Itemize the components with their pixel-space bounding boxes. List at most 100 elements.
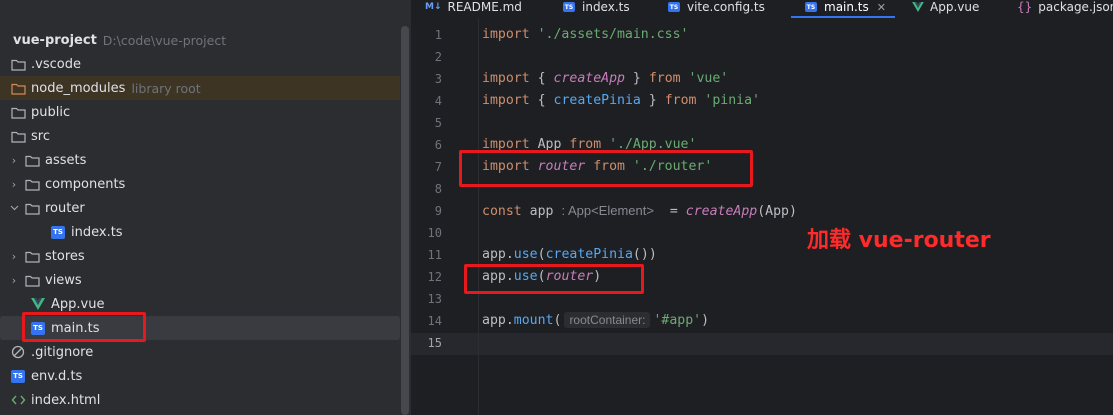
line-number: 2	[434, 50, 442, 64]
line-number: 13	[427, 292, 442, 306]
folder-icon	[24, 249, 40, 263]
close-icon[interactable]: ✕	[877, 1, 886, 14]
tree-root-path: D:\code\vue-project	[102, 32, 227, 48]
tab-app-vue[interactable]: App.vue	[912, 0, 979, 18]
tree-item-label: public	[31, 104, 71, 120]
chevron-down-icon[interactable]	[8, 205, 20, 211]
code-line-1[interactable]: import './assets/main.css'	[482, 24, 688, 46]
html-file-icon	[10, 393, 26, 407]
tree-item-label: node_modules	[31, 80, 126, 96]
line-number: 12	[427, 270, 442, 284]
typescript-file-icon: TS	[10, 369, 26, 383]
tab-label: App.vue	[930, 0, 980, 14]
tree-item-components[interactable]: › components	[0, 172, 400, 196]
typescript-icon: TS	[563, 2, 575, 12]
tree-item-label: index.ts	[71, 224, 123, 240]
tree-item-label: assets	[45, 152, 87, 168]
line-number-gutter: 1 2 3 4 5 6 7 8 9 10 11 12 13 14 15	[411, 18, 479, 415]
tree-item-label: stores	[45, 248, 85, 264]
folder-icon	[24, 177, 40, 191]
code-editor: M↓ README.md TS index.ts TS vite.config.…	[411, 0, 1113, 415]
line-number: 15	[427, 336, 442, 350]
tree-item-label: .vscode	[31, 56, 81, 72]
parameter-hint: rootContainer:	[564, 312, 651, 328]
markdown-icon: M↓	[425, 2, 442, 12]
import-router-highlight-box	[459, 150, 753, 187]
tab-readme-md[interactable]: M↓ README.md	[425, 0, 522, 18]
code-line-9[interactable]: const app : App<Element> = createApp(App…	[482, 200, 797, 222]
folder-icon	[10, 129, 26, 143]
folder-icon	[10, 81, 26, 95]
line-number: 7	[434, 160, 442, 174]
line-number: 3	[434, 72, 442, 86]
tab-label: README.md	[447, 0, 522, 14]
tab-package-json[interactable]: {} package.json	[1017, 0, 1113, 18]
tree-item-vscode[interactable]: .vscode	[0, 52, 400, 76]
tab-vite-config-ts[interactable]: TS vite.config.ts	[668, 0, 765, 18]
line-number: 1	[434, 28, 442, 42]
ignore-file-icon	[10, 345, 26, 359]
tab-label: index.ts	[582, 0, 630, 14]
folder-icon	[10, 105, 26, 119]
chevron-right-icon[interactable]: ›	[8, 250, 20, 263]
folder-icon	[24, 273, 40, 287]
code-line-11[interactable]: app.use(createPinia())	[482, 244, 657, 266]
type-hint: : App<Element>	[561, 203, 654, 218]
tree-scrollbar[interactable]	[401, 26, 409, 415]
tree-item-label: App.vue	[51, 296, 105, 312]
tree-item-label: .gitignore	[31, 344, 94, 360]
line-number: 6	[434, 138, 442, 152]
line-number: 11	[427, 248, 442, 262]
project-tree-panel: vue-project D:\code\vue-project .vscode …	[0, 0, 411, 415]
tree-item-label: env.d.ts	[31, 368, 83, 384]
tree-item-node-modules[interactable]: node_modules library root	[0, 76, 400, 100]
folder-icon	[10, 57, 26, 71]
tree-item-assets[interactable]: › assets	[0, 148, 400, 172]
chevron-right-icon[interactable]: ›	[8, 154, 20, 167]
tree-item-label: components	[45, 176, 126, 192]
tree-item-router[interactable]: router	[0, 196, 400, 220]
folder-icon	[24, 153, 40, 167]
tab-label: vite.config.ts	[687, 0, 765, 14]
tree-item-env-d-ts[interactable]: TS env.d.ts	[0, 364, 400, 388]
active-tab-indicator	[791, 16, 895, 18]
code-line-4[interactable]: import { createPinia } from 'pinia'	[482, 90, 760, 112]
line-number: 9	[434, 204, 442, 218]
annotation-label: 加载 vue-router	[807, 228, 991, 253]
tab-label: package.json	[1038, 0, 1113, 14]
tab-label: main.ts	[824, 0, 869, 14]
tree-item-src[interactable]: src	[0, 124, 400, 148]
line-number: 14	[427, 314, 442, 328]
line-number: 10	[427, 226, 442, 240]
line-number: 4	[434, 94, 442, 108]
code-line-14[interactable]: app.mount(rootContainer: '#app')	[482, 310, 709, 332]
tree-item-stores[interactable]: › stores	[0, 244, 400, 268]
current-line-highlight	[411, 333, 1113, 355]
tree-root-label: vue-project	[13, 32, 97, 48]
tree-item-label: src	[31, 128, 50, 144]
main-ts-highlight-box	[22, 312, 146, 342]
editor-tab-bar: M↓ README.md TS index.ts TS vite.config.…	[411, 0, 1113, 18]
tree-item-index-html[interactable]: index.html	[0, 388, 400, 412]
tree-item-gitignore[interactable]: .gitignore	[0, 340, 400, 364]
vue-icon	[912, 2, 924, 12]
tree-item-label: router	[45, 200, 85, 216]
tree-item-label: index.html	[31, 392, 101, 408]
tree-item-router-index-ts[interactable]: TS index.ts	[0, 220, 400, 244]
vue-file-icon	[30, 297, 46, 311]
tree-item-views[interactable]: › views	[0, 268, 400, 292]
line-number: 5	[434, 116, 442, 130]
line-number: 8	[434, 182, 442, 196]
tree-root-vue-project[interactable]: vue-project D:\code\vue-project	[0, 28, 400, 52]
typescript-icon: TS	[668, 2, 680, 12]
folder-icon	[24, 201, 40, 215]
tab-index-ts[interactable]: TS index.ts	[563, 0, 630, 18]
typescript-icon: TS	[805, 2, 817, 12]
chevron-right-icon[interactable]: ›	[8, 178, 20, 191]
code-line-3[interactable]: import { createApp } from 'vue'	[482, 68, 728, 90]
json-icon: {}	[1017, 0, 1033, 14]
typescript-file-icon: TS	[50, 225, 66, 239]
chevron-right-icon[interactable]: ›	[8, 274, 20, 287]
tree-item-public[interactable]: public	[0, 100, 400, 124]
library-root-hint: library root	[131, 80, 201, 96]
